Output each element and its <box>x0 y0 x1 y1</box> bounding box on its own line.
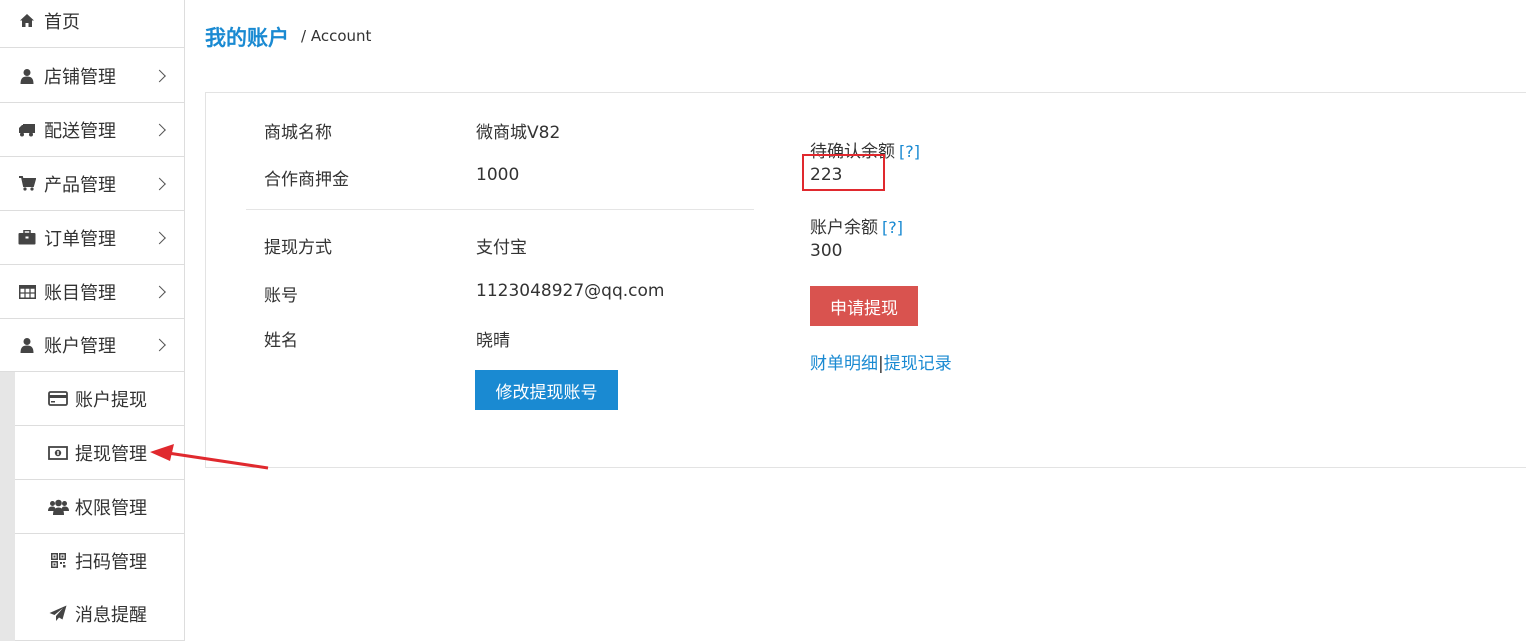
divider <box>246 209 754 210</box>
chevron-right-icon <box>153 338 166 351</box>
credit-card-icon <box>47 390 69 408</box>
submenu-indent <box>0 372 15 641</box>
sidebar-subitem-label: 消息提醒 <box>75 604 147 626</box>
sidebar-item-home[interactable]: 首页 <box>0 0 184 48</box>
annotation-highlight-box <box>802 154 885 191</box>
records-links: 财单明细|提现记录 <box>810 349 952 374</box>
money-icon <box>47 444 69 462</box>
bill-details-link[interactable]: 财单明细 <box>810 354 878 374</box>
shop-name-label: 商城名称 <box>264 123 332 143</box>
sidebar-item-shop[interactable]: 店铺管理 <box>0 49 184 103</box>
deposit-value: 1000 <box>476 165 520 185</box>
withdraw-method-value: 支付宝 <box>476 238 527 258</box>
user-icon <box>18 336 36 354</box>
withdraw-method-label: 提现方式 <box>264 238 332 258</box>
sidebar-subitem-label: 提现管理 <box>75 443 147 465</box>
account-number-label: 账号 <box>264 286 298 306</box>
deposit-label: 合作商押金 <box>264 170 349 190</box>
sidebar-item-orders[interactable]: 订单管理 <box>0 211 184 265</box>
apply-withdraw-button[interactable]: 申请提现 <box>810 286 918 326</box>
sidebar-item-delivery[interactable]: 配送管理 <box>0 103 184 157</box>
user-icon <box>18 67 36 85</box>
paper-plane-icon <box>47 605 69 623</box>
shop-name-value: 微商城V82 <box>476 123 561 143</box>
account-number-value: 1123048927@qq.com <box>476 281 665 301</box>
sidebar-subitem-label: 权限管理 <box>75 497 147 519</box>
annotation-arrow-icon <box>150 444 269 470</box>
sidebar-item-label: 账目管理 <box>44 282 116 304</box>
account-balance-label: 账户余额 <box>810 218 878 238</box>
cart-icon <box>18 175 36 193</box>
sidebar-item-label: 账户管理 <box>44 335 116 357</box>
table-icon <box>18 283 36 301</box>
sidebar-subitem-scan[interactable]: 扫码管理 <box>15 534 184 588</box>
holder-name-label: 姓名 <box>264 331 298 351</box>
chevron-right-icon <box>153 231 166 244</box>
sidebar-subitem-permissions[interactable]: 权限管理 <box>15 480 184 534</box>
balance-help-link[interactable]: [?] <box>882 218 903 237</box>
modify-account-button[interactable]: 修改提现账号 <box>475 370 618 410</box>
sidebar-subitem-withdraw[interactable]: 账户提现 <box>15 372 184 426</box>
page-title: 我的账户 <box>205 26 289 50</box>
sidebar-subitem-label: 扫码管理 <box>75 551 147 573</box>
sidebar-item-label: 店铺管理 <box>44 66 116 88</box>
chevron-right-icon <box>153 177 166 190</box>
briefcase-icon <box>18 229 36 247</box>
withdraw-records-link[interactable]: 提现记录 <box>884 354 952 374</box>
sidebar-item-products[interactable]: 产品管理 <box>0 157 184 211</box>
sidebar-subitem-label: 账户提现 <box>75 389 147 411</box>
sidebar-item-label: 配送管理 <box>44 120 116 142</box>
chevron-right-icon <box>153 285 166 298</box>
home-icon <box>18 12 36 30</box>
sidebar-item-account-management[interactable]: 账户管理 <box>0 318 184 372</box>
sidebar-item-label: 产品管理 <box>44 174 116 196</box>
sidebar: 首页 店铺管理 配送管理 产品管理 订单管理 账目管理 账户管理 账户提现 提现… <box>0 0 185 641</box>
account-panel: 商城名称 微商城V82 合作商押金 1000 提现方式 支付宝 账号 11230… <box>205 92 1526 468</box>
sidebar-item-accounts-ledger[interactable]: 账目管理 <box>0 265 184 319</box>
chevron-right-icon <box>153 123 166 136</box>
account-balance-value: 300 <box>810 241 843 261</box>
qrcode-icon <box>47 552 69 570</box>
truck-icon <box>18 121 36 139</box>
sidebar-subitem-messages[interactable]: 消息提醒 <box>15 587 184 641</box>
pending-help-link[interactable]: [?] <box>899 142 920 161</box>
holder-name-value: 晓晴 <box>476 331 510 351</box>
sidebar-item-label: 首页 <box>44 11 80 33</box>
chevron-right-icon <box>153 69 166 82</box>
users-icon <box>47 498 69 516</box>
breadcrumb: / Account <box>301 27 372 45</box>
account-balance-label-row: 账户余额 [?] <box>810 213 903 238</box>
sidebar-item-label: 订单管理 <box>44 228 116 250</box>
